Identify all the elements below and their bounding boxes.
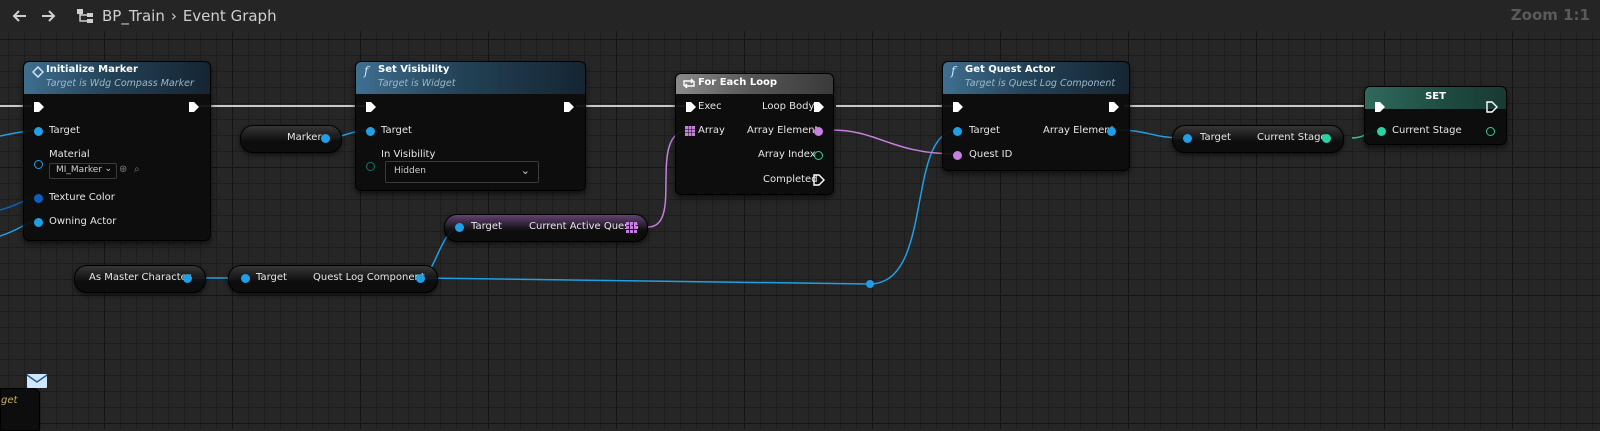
wires-layer — [0, 105, 1385, 288]
variable-label: Marker — [287, 132, 322, 143]
pin-label: Loop Body — [762, 101, 815, 112]
pin-label: Target — [1200, 132, 1231, 143]
exec-in-pin[interactable] — [1373, 100, 1387, 114]
texture-color-pin[interactable] — [34, 194, 43, 203]
component-out-pin[interactable] — [416, 274, 425, 283]
loop-body-exec-pin[interactable] — [812, 100, 826, 114]
current-stage-getter-node[interactable]: Target Current Stage — [1172, 125, 1344, 153]
target-pin[interactable] — [1183, 134, 1192, 143]
material-dropdown[interactable]: MI_Marker ⌄ — [49, 163, 117, 179]
pin-label: Owning Actor — [49, 216, 117, 227]
pin-label: Texture Color — [49, 192, 115, 203]
target-pin[interactable] — [366, 127, 375, 136]
quest-log-component-node[interactable]: Target Quest Log Component — [228, 265, 438, 293]
pin-label: Array — [698, 125, 725, 136]
visibility-value: Hidden — [394, 166, 426, 176]
partial-node-offscreen[interactable]: get — [0, 388, 40, 431]
exec-in-pin[interactable] — [364, 100, 378, 114]
node-subtitle: Target is Quest Log Component — [965, 78, 1116, 89]
pin-label: In Visibility — [381, 149, 436, 160]
node-title: Get Quest Actor — [965, 64, 1056, 75]
initialize-marker-node[interactable]: Initialize Marker Target is Wdg Compass … — [23, 61, 211, 241]
current-stage-out-pin[interactable] — [1322, 134, 1331, 143]
pin-label: Exec — [698, 101, 722, 112]
pin-label: Array Index — [758, 149, 816, 160]
character-out-pin[interactable] — [183, 274, 192, 283]
as-master-character-node[interactable]: As Master Character — [74, 265, 206, 293]
node-title: For Each Loop — [698, 77, 778, 88]
pin-label: Current Active Quests — [529, 221, 639, 232]
pin-label: Current Stage — [1392, 125, 1462, 136]
current-stage-in-pin[interactable] — [1377, 127, 1386, 136]
visibility-dropdown[interactable]: Hidden ⌄ — [385, 161, 539, 183]
in-visibility-pin[interactable] — [366, 162, 375, 171]
pin-label: Target — [49, 125, 80, 136]
pin-label: Current Stage — [1257, 132, 1327, 143]
quest-id-pin[interactable] — [953, 151, 962, 160]
pin-label: Completed — [763, 174, 818, 185]
get-quest-actor-node[interactable]: f Get Quest Actor Target is Quest Log Co… — [942, 61, 1130, 171]
exec-out-pin[interactable] — [1107, 100, 1121, 114]
array-element-out-pin[interactable] — [1107, 127, 1116, 136]
pin-label: Quest ID — [969, 149, 1013, 160]
target-pin[interactable] — [34, 127, 43, 136]
current-stage-out-pin[interactable] — [1486, 127, 1495, 136]
array-out-pin-icon[interactable] — [626, 222, 637, 233]
event-diamond-icon — [32, 66, 44, 78]
target-pin[interactable] — [241, 274, 250, 283]
variable-label: As Master Character — [89, 272, 191, 283]
current-active-quests-node[interactable]: Target Current Active Quests — [444, 214, 648, 242]
exec-out-pin[interactable] — [1485, 100, 1499, 114]
loop-icon — [683, 78, 695, 89]
browse-search-icon[interactable]: ⌕ — [134, 164, 140, 175]
chevron-down-icon: ⌄ — [104, 164, 112, 174]
chevron-down-icon: ⌄ — [520, 164, 530, 177]
node-title: Set Visibility — [378, 64, 450, 75]
pin-label: Target — [381, 125, 412, 136]
exec-out-pin[interactable] — [187, 100, 201, 114]
message-envelope-icon — [26, 374, 48, 388]
pin-label: Quest Log Component — [313, 272, 425, 283]
pin-label: Array Element — [1043, 125, 1115, 136]
marker-variable-node[interactable]: Marker — [240, 125, 342, 153]
exec-out-pin[interactable] — [562, 100, 576, 114]
exec-in-pin[interactable] — [951, 100, 965, 114]
for-each-loop-node[interactable]: For Each Loop Exec Array Loop Body Array… — [675, 73, 834, 195]
use-asset-icon[interactable]: ⊕ — [119, 164, 127, 175]
pin-label: Target — [256, 272, 287, 283]
node-subtitle: Target is Widget — [378, 78, 456, 89]
set-visibility-node[interactable]: f Set Visibility Target is Widget Target… — [355, 61, 586, 191]
node-subtitle: Target is Wdg Compass Marker — [46, 78, 194, 89]
array-index-pin[interactable] — [814, 151, 823, 160]
node-title: Initialize Marker — [46, 64, 138, 75]
material-pin[interactable] — [34, 160, 43, 169]
pin-label: Material — [49, 149, 90, 160]
set-current-stage-node[interactable]: SET Current Stage — [1364, 86, 1507, 145]
exec-in-pin[interactable] — [684, 100, 698, 114]
pin-label: Target — [471, 221, 502, 232]
partial-node-label: get — [1, 395, 18, 406]
marker-out-pin[interactable] — [321, 134, 330, 143]
target-pin[interactable] — [953, 127, 962, 136]
owning-actor-pin[interactable] — [34, 218, 43, 227]
exec-in-pin[interactable] — [32, 100, 46, 114]
completed-exec-pin[interactable] — [812, 173, 826, 187]
array-element-pin[interactable] — [814, 127, 823, 136]
function-icon: f — [951, 64, 956, 78]
pin-label: Array Element — [747, 125, 819, 136]
material-value: MI_Marker — [56, 165, 103, 175]
target-pin[interactable] — [455, 223, 464, 232]
function-icon: f — [364, 64, 369, 78]
pin-label: Target — [969, 125, 1000, 136]
array-in-pin-icon[interactable] — [685, 126, 695, 136]
